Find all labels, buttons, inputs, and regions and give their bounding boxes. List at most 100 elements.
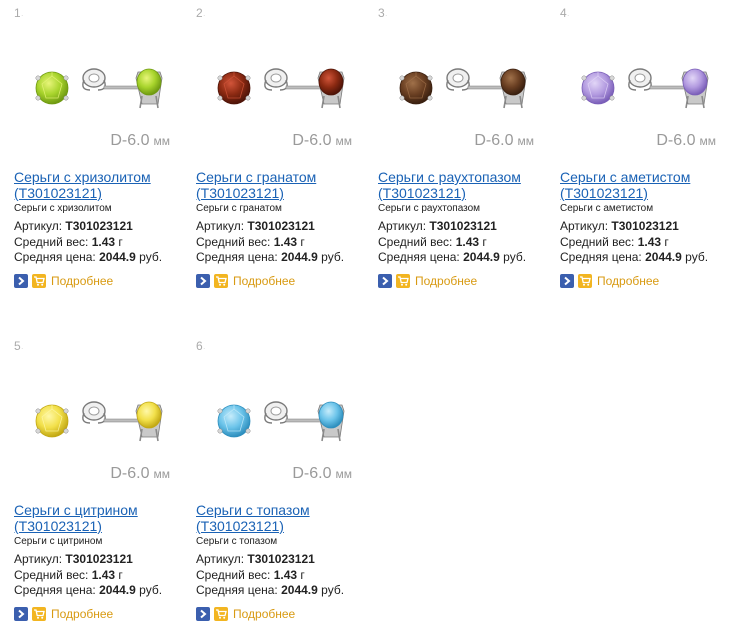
more-details-link[interactable]: Подробнее [233, 607, 295, 621]
size-unit: мм [517, 134, 535, 148]
product-description: Серьги с хризолитом [14, 203, 112, 214]
weight-row: Средний вес: 1.43 г [14, 235, 123, 249]
product-title-link[interactable]: Серьги с гранатом (Т301023121) [196, 169, 368, 201]
title-line-2[interactable]: (Т301023121) [560, 185, 648, 201]
price-value: 2044.9 [645, 250, 682, 264]
cart-icon[interactable] [396, 274, 410, 288]
title-line-2[interactable]: (Т301023121) [196, 518, 284, 534]
weight-unit: г [300, 568, 305, 582]
arrow-right-icon[interactable] [196, 274, 210, 288]
size-label: D-6.0 мм [292, 465, 352, 483]
weight-row: Средний вес: 1.43 г [196, 235, 305, 249]
product-description: Серьги с раухтопазом [378, 203, 481, 214]
cart-icon[interactable] [578, 274, 592, 288]
product-grid: 1. D-6.0 мм Серьги с хризолитом (Т30102312… [0, 0, 747, 621]
card-actions: Подробнее [14, 606, 113, 622]
size-unit: мм [335, 134, 353, 148]
price-value: 2044.9 [281, 583, 318, 597]
price-label: Средняя цена: [378, 250, 460, 264]
size-unit: мм [699, 134, 717, 148]
product-title-link[interactable]: Серьги с аметистом (Т301023121) [560, 169, 732, 201]
weight-value: 1.43 [91, 235, 116, 249]
product-image[interactable]: D-6.0 мм [566, 16, 722, 162]
product-image[interactable]: D-6.0 мм [202, 16, 358, 162]
arrow-right-icon[interactable] [378, 274, 392, 288]
cart-icon[interactable] [32, 607, 46, 621]
price-row: Средняя цена: 2044.9 руб. [196, 250, 344, 264]
size-value: D-6.0 [656, 132, 696, 149]
price-unit: руб. [321, 250, 345, 264]
gem-front [217, 71, 251, 105]
card-actions: Подробнее [14, 273, 113, 289]
weight-unit: г [664, 235, 669, 249]
article-label: Артикул: [560, 219, 609, 233]
weight-row: Средний вес: 1.43 г [378, 235, 487, 249]
product-image[interactable]: D-6.0 мм [20, 349, 176, 495]
price-row: Средняя цена: 2044.9 руб. [560, 250, 708, 264]
arrow-right-icon[interactable] [560, 274, 574, 288]
article-label: Артикул: [196, 219, 245, 233]
product-title-link[interactable]: Серьги с раухтопазом (Т301023121) [378, 169, 550, 201]
size-unit: мм [153, 467, 171, 481]
more-details-link[interactable]: Подробнее [233, 274, 295, 288]
product-card: 4. D-6.0 мм Серьги с аметистом (Т301023121… [560, 6, 730, 306]
article-value: Т301023121 [429, 219, 497, 233]
article-value: Т301023121 [247, 219, 315, 233]
title-line-2[interactable]: (Т301023121) [196, 185, 284, 201]
title-line-1[interactable]: Серьги с цитрином [14, 502, 138, 518]
gem-side [317, 68, 345, 109]
more-details-link[interactable]: Подробнее [415, 274, 477, 288]
price-row: Средняя цена: 2044.9 руб. [378, 250, 526, 264]
arrow-right-icon[interactable] [196, 607, 210, 621]
arrow-right-icon[interactable] [14, 607, 28, 621]
cart-icon[interactable] [32, 274, 46, 288]
article-label: Артикул: [378, 219, 427, 233]
size-value: D-6.0 [292, 465, 332, 482]
product-title-link[interactable]: Серьги с топазом (Т301023121) [196, 502, 368, 534]
title-line-1[interactable]: Серьги с топазом [196, 502, 310, 518]
product-image[interactable]: D-6.0 мм [20, 16, 176, 162]
more-details-link[interactable]: Подробнее [51, 607, 113, 621]
price-unit: руб. [139, 583, 163, 597]
article-row: Артикул: Т301023121 [196, 219, 315, 233]
price-label: Средняя цена: [196, 250, 278, 264]
article-label: Артикул: [14, 219, 63, 233]
earring-back [446, 68, 505, 91]
title-line-1[interactable]: Серьги с хризолитом [14, 169, 151, 185]
product-image[interactable]: D-6.0 мм [202, 349, 358, 495]
product-description: Серьги с топазом [196, 536, 278, 547]
article-value: Т301023121 [247, 552, 315, 566]
price-value: 2044.9 [99, 583, 136, 597]
title-line-1[interactable]: Серьги с гранатом [196, 169, 316, 185]
title-line-1[interactable]: Серьги с раухтопазом [378, 169, 521, 185]
title-line-1[interactable]: Серьги с аметистом [560, 169, 690, 185]
product-card: 2. D-6.0 мм Серьги с гранатом (Т301023121)… [196, 6, 366, 306]
price-unit: руб. [685, 250, 709, 264]
weight-value: 1.43 [455, 235, 480, 249]
more-details-link[interactable]: Подробнее [51, 274, 113, 288]
size-label: D-6.0 мм [292, 132, 352, 150]
title-line-2[interactable]: (Т301023121) [14, 518, 102, 534]
product-title-link[interactable]: Серьги с цитрином (Т301023121) [14, 502, 186, 534]
product-card: 3. D-6.0 мм Серьги с раухтопазом (Т3010231… [378, 6, 548, 306]
article-row: Артикул: Т301023121 [14, 219, 133, 233]
weight-value: 1.43 [273, 568, 298, 582]
cart-icon[interactable] [214, 607, 228, 621]
price-label: Средняя цена: [196, 583, 278, 597]
article-row: Артикул: Т301023121 [560, 219, 679, 233]
title-line-2[interactable]: (Т301023121) [14, 185, 102, 201]
product-image[interactable]: D-6.0 мм [384, 16, 540, 162]
card-actions: Подробнее [196, 606, 295, 622]
price-unit: руб. [503, 250, 527, 264]
gem-front [217, 404, 251, 438]
weight-row: Средний вес: 1.43 г [14, 568, 123, 582]
more-details-link[interactable]: Подробнее [597, 274, 659, 288]
price-row: Средняя цена: 2044.9 руб. [14, 250, 162, 264]
weight-unit: г [300, 235, 305, 249]
earring-back [82, 68, 141, 91]
title-line-2[interactable]: (Т301023121) [378, 185, 466, 201]
product-title-link[interactable]: Серьги с хризолитом (Т301023121) [14, 169, 186, 201]
price-label: Средняя цена: [14, 583, 96, 597]
arrow-right-icon[interactable] [14, 274, 28, 288]
cart-icon[interactable] [214, 274, 228, 288]
